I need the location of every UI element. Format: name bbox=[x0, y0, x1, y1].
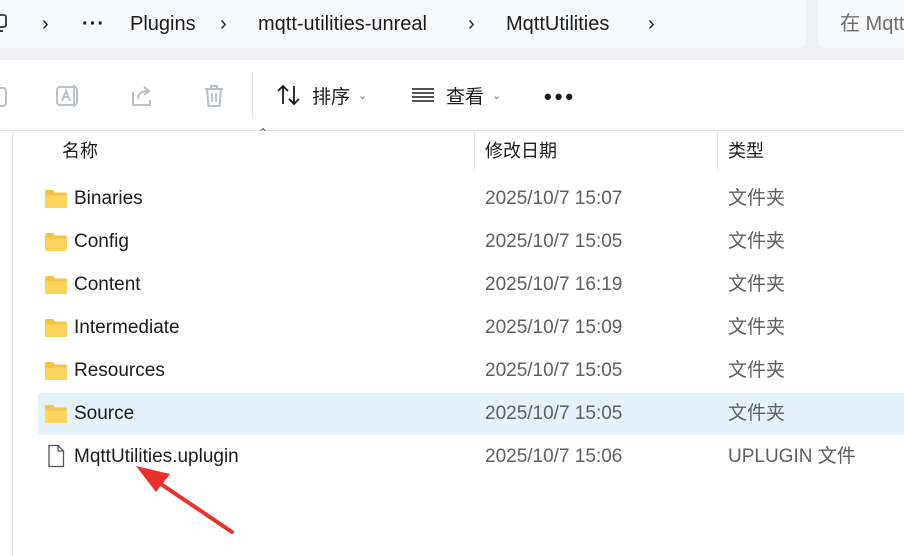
navigation-pane-edge bbox=[0, 131, 13, 556]
file-name[interactable]: Source bbox=[74, 393, 134, 435]
file-name[interactable]: Config bbox=[74, 221, 129, 263]
sort-label: 排序 bbox=[312, 86, 351, 108]
file-type: 文件夹 bbox=[728, 317, 786, 338]
chevron-right-icon[interactable]: › bbox=[42, 0, 49, 48]
breadcrumb-more[interactable]: ··· bbox=[82, 0, 105, 48]
view-button[interactable]: 查看 ⌄ bbox=[410, 78, 501, 112]
view-icon bbox=[410, 82, 436, 108]
table-row-selected[interactable]: Source 2025/10/7 15:05 文件夹 bbox=[38, 393, 904, 435]
command-bar: 排序 ⌄ 查看 ⌄ ••• bbox=[0, 60, 904, 131]
folder-icon bbox=[44, 404, 68, 424]
table-row[interactable]: MqttUtilities.uplugin 2025/10/7 15:06 UP… bbox=[38, 436, 904, 478]
file-type: 文件夹 bbox=[728, 188, 786, 209]
sort-icon bbox=[276, 82, 302, 108]
file-date: 2025/10/7 15:07 bbox=[485, 188, 623, 209]
file-type: 文件夹 bbox=[728, 360, 786, 381]
file-name[interactable]: Binaries bbox=[74, 178, 143, 220]
computer-icon[interactable] bbox=[0, 13, 14, 35]
file-type: 文件夹 bbox=[728, 274, 786, 295]
breadcrumb-item-mqttutilities[interactable]: MqttUtilities bbox=[506, 0, 609, 48]
column-header-type[interactable]: 类型 bbox=[728, 131, 764, 171]
cut-icon[interactable] bbox=[0, 82, 16, 110]
delete-icon[interactable] bbox=[200, 82, 228, 110]
file-date: 2025/10/7 16:19 bbox=[485, 274, 623, 295]
share-icon[interactable] bbox=[128, 82, 156, 110]
view-label: 查看 bbox=[446, 86, 485, 108]
folder-icon bbox=[44, 275, 68, 295]
file-date: 2025/10/7 15:09 bbox=[485, 317, 623, 338]
toolbar-divider bbox=[252, 72, 253, 118]
table-row[interactable]: Resources 2025/10/7 15:05 文件夹 bbox=[38, 350, 904, 392]
folder-icon bbox=[44, 318, 68, 338]
table-row[interactable]: Content 2025/10/7 16:19 文件夹 bbox=[38, 264, 904, 306]
column-divider[interactable] bbox=[717, 131, 718, 171]
document-icon bbox=[44, 444, 68, 468]
folder-icon bbox=[44, 361, 68, 381]
file-type: 文件夹 bbox=[728, 403, 786, 424]
column-header-name[interactable]: 名称 bbox=[62, 131, 98, 171]
chevron-right-icon[interactable]: › bbox=[648, 0, 655, 48]
file-name[interactable]: Resources bbox=[74, 350, 165, 392]
search-input[interactable]: 在 Mqtt bbox=[818, 0, 904, 48]
file-name[interactable]: Intermediate bbox=[74, 307, 180, 349]
file-date: 2025/10/7 15:06 bbox=[485, 446, 623, 467]
column-header-date-modified[interactable]: 修改日期 bbox=[485, 131, 557, 171]
file-date: 2025/10/7 15:05 bbox=[485, 231, 623, 252]
file-date: 2025/10/7 15:05 bbox=[485, 360, 623, 381]
column-divider[interactable] bbox=[474, 131, 475, 171]
sort-button[interactable]: 排序 ⌄ bbox=[276, 78, 367, 112]
file-name[interactable]: Content bbox=[74, 264, 141, 306]
file-date: 2025/10/7 15:05 bbox=[485, 403, 623, 424]
chevron-down-icon: ⌄ bbox=[492, 89, 502, 102]
table-row[interactable]: Intermediate 2025/10/7 15:09 文件夹 bbox=[38, 307, 904, 349]
more-options-icon[interactable]: ••• bbox=[544, 84, 576, 110]
chevron-right-icon[interactable]: › bbox=[220, 0, 227, 48]
chevron-right-icon[interactable]: › bbox=[468, 0, 475, 48]
table-row[interactable]: Binaries 2025/10/7 15:07 文件夹 bbox=[38, 178, 904, 220]
file-type: 文件夹 bbox=[728, 231, 786, 252]
chevron-down-icon: ⌄ bbox=[358, 89, 368, 102]
rename-icon[interactable] bbox=[54, 82, 82, 110]
file-type: UPLUGIN 文件 bbox=[728, 446, 856, 467]
folder-icon bbox=[44, 189, 68, 209]
breadcrumb-item-mqtt-utilities-unreal[interactable]: mqtt-utilities-unreal bbox=[258, 0, 427, 48]
address-bar[interactable]: › ··· Plugins › mqtt-utilities-unreal › … bbox=[0, 0, 806, 48]
table-row[interactable]: Config 2025/10/7 15:05 文件夹 bbox=[38, 221, 904, 263]
breadcrumb-item-plugins[interactable]: Plugins bbox=[130, 0, 196, 48]
file-name[interactable]: MqttUtilities.uplugin bbox=[74, 436, 239, 478]
folder-icon bbox=[44, 232, 68, 252]
address-bar-region: › ··· Plugins › mqtt-utilities-unreal › … bbox=[0, 0, 904, 60]
sort-ascending-icon: ⌃ bbox=[258, 126, 269, 140]
